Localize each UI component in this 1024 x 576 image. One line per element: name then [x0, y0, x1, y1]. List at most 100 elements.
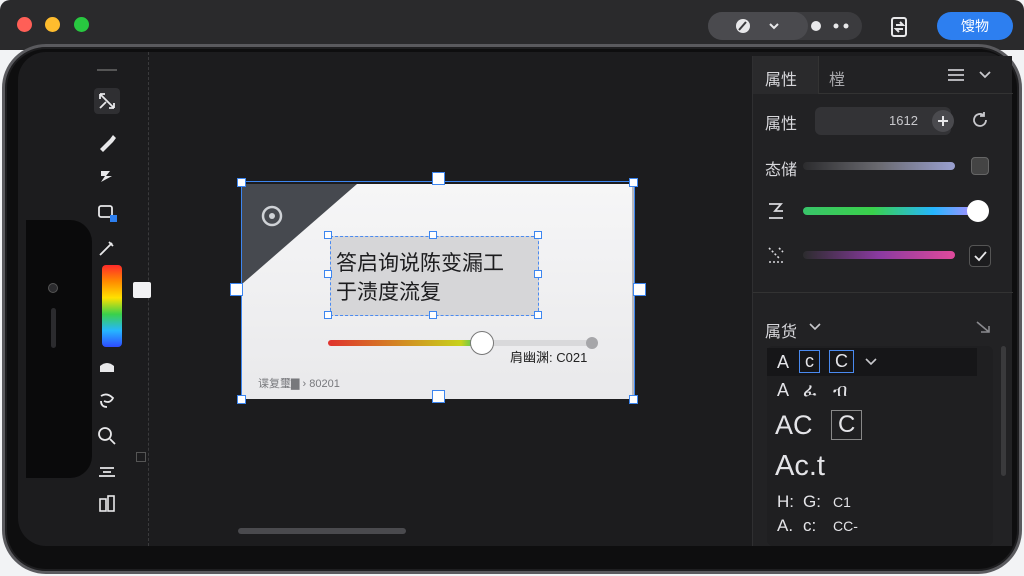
- stroke-style-icon: [769, 203, 783, 219]
- fill-tool-button[interactable]: [94, 355, 120, 381]
- list-menu-icon[interactable]: [947, 68, 965, 82]
- type-row-1-a: A: [777, 380, 790, 400]
- mode-selector[interactable]: [708, 12, 808, 40]
- text-handle-right[interactable]: [534, 270, 542, 278]
- tab-other[interactable]: 樘: [829, 66, 845, 90]
- opacity-slider[interactable]: [803, 162, 955, 170]
- align-tool-button[interactable]: [94, 458, 120, 484]
- fill-style-icon: [768, 247, 784, 263]
- share-sync-icon[interactable]: [888, 15, 912, 39]
- reset-icon[interactable]: [969, 109, 991, 131]
- text-handle-bottom-left[interactable]: [324, 311, 332, 319]
- text-handle-top-right[interactable]: [534, 231, 542, 239]
- artboard-footer-text: 谍复璽▇ › 80201: [258, 378, 340, 390]
- gradient-slider-track[interactable]: [328, 340, 594, 346]
- tab-properties[interactable]: 属性: [753, 56, 819, 94]
- typography-list: A c C A ፈ ብ AC C Ac.t H: G: C1 A. c: CC-: [767, 346, 993, 546]
- camera-icon: [48, 283, 58, 293]
- brush-icon: [99, 241, 114, 256]
- value-field[interactable]: 1612: [815, 107, 954, 135]
- green-slider-thumb[interactable]: [967, 200, 989, 222]
- type-row-0-b[interactable]: c: [799, 350, 820, 373]
- type-row-0-c[interactable]: C: [829, 350, 854, 373]
- slider-thumb[interactable]: [470, 331, 494, 355]
- resize-handle-top-left[interactable]: [237, 178, 246, 187]
- shape-icon: [101, 171, 112, 182]
- type-row-5-a: A.: [777, 516, 794, 535]
- text-box[interactable]: 答启询说陈变漏工 于渍度流复: [330, 236, 539, 316]
- minimize-window-button[interactable]: [45, 17, 60, 32]
- bucket-icon: [100, 363, 114, 372]
- resize-handle-bottom[interactable]: [432, 390, 445, 403]
- properties-panel: 属性 樘 属性 1612 态储 属货 A c C A ፈ ብ AC C Ac.t: [752, 56, 1013, 546]
- pen-icon: [100, 135, 116, 152]
- green-color-slider[interactable]: [803, 207, 977, 215]
- resize-handle-right[interactable]: [633, 283, 646, 296]
- type-row-0-a: A: [777, 352, 790, 372]
- type-row-1-b: ፈ: [803, 380, 817, 400]
- panel-scrollbar[interactable]: [1001, 346, 1006, 476]
- toolbar-segmented-control[interactable]: [708, 12, 862, 40]
- canvas-guide: [148, 52, 149, 546]
- layers-tool-button[interactable]: [94, 491, 120, 517]
- close-window-button[interactable]: [17, 17, 32, 32]
- pen-tool-button[interactable]: [94, 129, 120, 155]
- type-row-4-c: C1: [833, 494, 851, 510]
- color-spectrum-picker[interactable]: [102, 265, 122, 347]
- select-tool-button[interactable]: [94, 88, 120, 114]
- layers-icon: [99, 495, 115, 512]
- speaker-grille: [51, 308, 56, 348]
- text-handle-bottom[interactable]: [429, 311, 437, 319]
- resize-handle-left[interactable]: [230, 283, 243, 296]
- more-options-icon[interactable]: [808, 12, 862, 40]
- row1-label: 属性: [765, 116, 798, 133]
- type-row-1-c: ብ: [833, 380, 848, 400]
- section2-chevron-icon[interactable]: [809, 322, 821, 332]
- text-handle-bottom-right[interactable]: [534, 311, 542, 319]
- resize-handle-bottom-left[interactable]: [237, 395, 246, 404]
- zoom-window-button[interactable]: [74, 17, 89, 32]
- user-marker-icon[interactable]: [133, 282, 151, 298]
- opacity-checkbox[interactable]: [971, 157, 989, 175]
- shape-tool-button[interactable]: [94, 163, 120, 189]
- type-row-2-c[interactable]: C: [831, 410, 863, 440]
- frame-tool-button[interactable]: [94, 199, 120, 225]
- headline-text: 答启询说陈变漏工 于渍度流复: [336, 252, 504, 304]
- text-handle-top[interactable]: [429, 231, 437, 239]
- text-handle-left[interactable]: [324, 270, 332, 278]
- slider-end-knob: [586, 337, 598, 349]
- lasso-icon: [100, 393, 115, 408]
- zoom-tool-button[interactable]: [94, 423, 120, 449]
- artboard-card[interactable]: 答启询说陈变漏工 于渍度流复 肩幽渊: C021 谍复璽▇ › 80201: [242, 184, 634, 399]
- resize-handle-top-right[interactable]: [629, 178, 638, 187]
- frame-icon: [98, 205, 117, 222]
- lasso-tool-button[interactable]: [94, 388, 120, 414]
- section2-title: 属货: [765, 324, 798, 341]
- tab-properties-label: 属性: [765, 72, 798, 89]
- align-icon: [99, 467, 115, 477]
- resize-handle-bottom-right[interactable]: [629, 395, 638, 404]
- checkmark-icon: [974, 251, 987, 262]
- type-row-chevron-icon[interactable]: [865, 358, 877, 366]
- magenta-color-slider[interactable]: [803, 251, 955, 259]
- type-row-4-b: G:: [803, 492, 821, 511]
- section-divider: [753, 292, 1013, 293]
- type-row-2-a: AC: [775, 410, 813, 440]
- type-row-4-a: H:: [777, 492, 794, 511]
- collapse-icon[interactable]: [975, 320, 991, 334]
- value-field-text: 1612: [889, 113, 918, 128]
- type-row-5-b: c:: [803, 516, 817, 535]
- text-handle-top-left[interactable]: [324, 231, 332, 239]
- magenta-checkbox[interactable]: [969, 245, 991, 267]
- type-row-5-c: CC-: [833, 518, 858, 534]
- toolbar-divider: [97, 69, 117, 71]
- magnifier-icon: [98, 427, 116, 445]
- brush-tool-button[interactable]: [94, 235, 120, 261]
- primary-action-label: 馊物: [961, 18, 989, 34]
- resize-handle-top[interactable]: [432, 172, 445, 185]
- anchor-marker-icon: [136, 452, 146, 462]
- primary-action-button[interactable]: 馊物: [937, 12, 1013, 40]
- add-icon[interactable]: [932, 110, 954, 132]
- leaf-icon: [736, 19, 779, 33]
- chevron-down-icon[interactable]: [979, 70, 991, 80]
